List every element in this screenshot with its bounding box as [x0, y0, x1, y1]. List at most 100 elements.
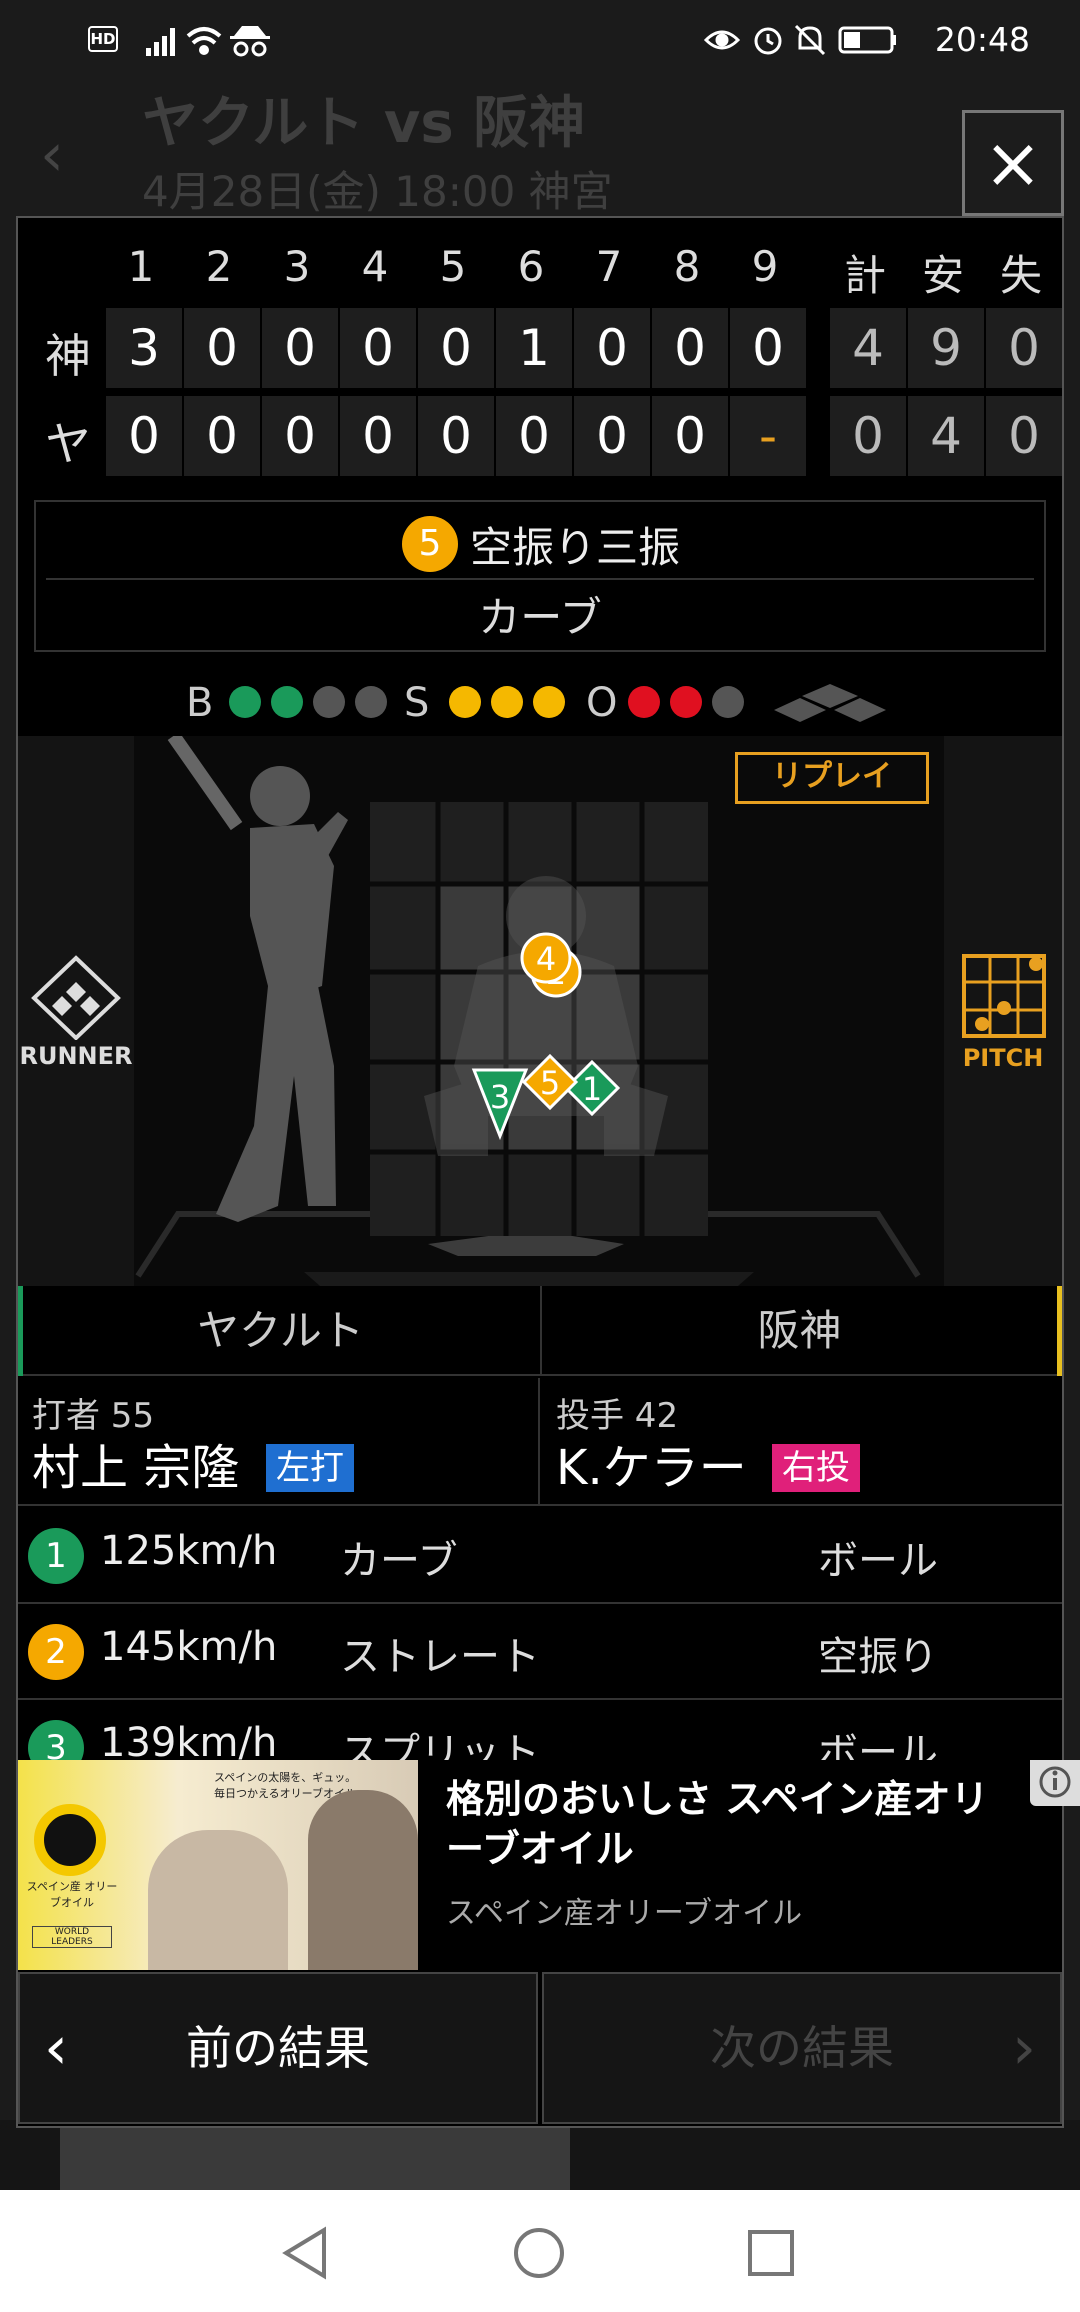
battery-icon — [838, 26, 896, 54]
team-tabs: ヤクルト 阪神 — [18, 1286, 1062, 1376]
ball-label: B — [186, 680, 214, 726]
ad-headline[interactable]: 格別のおいしさ スペイン産オリーブオイル — [446, 1774, 1026, 1874]
result-navigation: ‹ 前の結果 次の結果 › — [18, 1972, 1062, 2124]
ad-logo-text: スペイン産 オリーブオイル — [26, 1880, 118, 1909]
strike-dot — [491, 686, 523, 718]
ad-image[interactable]: スペイン産 オリーブオイル WORLD LEADERS スペインの太陽を、ギュッ… — [18, 1760, 418, 1970]
runner-diamond-icon[interactable] — [28, 954, 124, 1040]
out-label: O — [586, 680, 618, 726]
inning-score: 0 — [418, 308, 494, 388]
pitch-speed: 125km/h — [100, 1528, 278, 1574]
back-icon[interactable] — [280, 2226, 330, 2280]
mute-icon — [794, 24, 826, 56]
inning-score: 0 — [106, 396, 182, 476]
team-total: 0 — [830, 396, 906, 476]
ball-dot — [313, 686, 345, 718]
background-subtitle: 4月28日(金) 18:00 神宮 — [142, 167, 613, 216]
ad-source[interactable]: スペイン産オリーブオイル — [446, 1888, 802, 1932]
pitch-speed: 145km/h — [100, 1624, 278, 1670]
pitch-number: 2 — [28, 1624, 84, 1680]
totals-header: 安 — [921, 251, 964, 300]
inning-header-2: 2 — [205, 242, 233, 291]
pitch-result: ボール — [818, 1730, 938, 1760]
ball-dot — [229, 686, 261, 718]
at-bat-result: 空振り三振 — [470, 523, 681, 572]
pitch-row-2[interactable]: 2 145km/h ストレート 空振り — [18, 1604, 1062, 1700]
pitch-type: カーブ — [340, 1538, 458, 1584]
inning-score: 0 — [574, 396, 650, 476]
pitch-location-view: 12345 — [18, 736, 1062, 1286]
ad-info-icon[interactable] — [1030, 1760, 1080, 1806]
inning-score: 0 — [184, 396, 260, 476]
back-arrow-icon: ‹ — [40, 120, 64, 190]
incognito-icon — [230, 26, 270, 57]
ad-badge: WORLD LEADERS — [32, 1926, 112, 1948]
chevron-right-icon: › — [1012, 2013, 1036, 2083]
pitch-marker-4: 4 — [520, 932, 572, 984]
pitch-row-1[interactable]: 1 125km/h カーブ ボール — [18, 1508, 1062, 1604]
inning-score: 0 — [418, 396, 494, 476]
home-icon[interactable] — [512, 2226, 566, 2280]
signal-icon — [146, 28, 175, 56]
inning-score: 0 — [184, 308, 260, 388]
pitcher-hand-badge: 右投 — [772, 1444, 860, 1492]
pitch-number: 1 — [28, 1528, 84, 1584]
clock: 20:48 — [934, 20, 1030, 59]
close-button[interactable]: × — [962, 110, 1064, 216]
recents-icon[interactable] — [746, 2228, 796, 2278]
pitch-label[interactable]: PITCH — [944, 1044, 1062, 1072]
replay-button[interactable]: リプレイ — [735, 752, 929, 804]
strike-dot — [533, 686, 565, 718]
svg-text:4: 4 — [536, 940, 556, 978]
alarm-icon — [754, 27, 782, 55]
inning-header-8: 8 — [673, 242, 701, 291]
inning-header-1: 1 — [127, 242, 155, 291]
prev-result-button[interactable]: ‹ 前の結果 — [18, 1972, 538, 2124]
inning-header-9: 9 — [751, 242, 779, 291]
inning-header-7: 7 — [595, 242, 623, 291]
ad-banner[interactable]: スペイン産 オリーブオイル WORLD LEADERS スペインの太陽を、ギュッ… — [18, 1760, 1080, 1970]
team-total: 4 — [830, 308, 906, 388]
tab-yakult[interactable]: ヤクルト — [18, 1286, 538, 1376]
hd-icon: HD — [88, 26, 118, 52]
team-total: 0 — [986, 308, 1062, 388]
result-pitch-number: 5 — [402, 516, 458, 572]
next-result-label: 次の結果 — [710, 2021, 894, 2075]
inning-score: 0 — [262, 396, 338, 476]
inning-score: 0 — [652, 308, 728, 388]
strike-label: S — [404, 680, 430, 726]
pitcher-name: K.ケラー — [556, 1440, 747, 1496]
pitch-result: 空振り — [818, 1634, 938, 1680]
pitch-result: ボール — [818, 1538, 938, 1584]
wifi-icon — [186, 27, 222, 55]
totals-header: 計 — [843, 251, 886, 300]
inning-header-3: 3 — [283, 242, 311, 291]
svg-text:1: 1 — [582, 1070, 602, 1108]
background-bottom — [0, 2120, 1080, 2190]
tab-hanshin[interactable]: 阪神 — [540, 1286, 1062, 1376]
inning-header-4: 4 — [361, 242, 389, 291]
matchup-players: 打者 55 村上 宗隆 左打 投手 42 K.ケラー 右投 — [18, 1378, 1062, 1506]
inning-header-5: 5 — [439, 242, 467, 291]
system-navigation-bar — [0, 2190, 1080, 2312]
inning-score: 3 — [106, 308, 182, 388]
totals-header: 失 — [999, 251, 1042, 300]
runner-label[interactable]: RUNNER — [18, 1042, 134, 1070]
chevron-left-icon: ‹ — [44, 2013, 68, 2083]
ad-logo-icon — [34, 1804, 106, 1876]
ad-people-picture — [148, 1830, 288, 1970]
result-pitch-type: カーブ — [478, 593, 602, 642]
out-dot — [628, 686, 660, 718]
pitch-marker-5: 5 — [521, 1053, 579, 1111]
pitch-number: 3 — [28, 1720, 84, 1760]
pitch-grid-icon[interactable] — [960, 952, 1048, 1040]
ad-person-picture — [308, 1790, 418, 1970]
next-result-button[interactable]: 次の結果 › — [542, 1972, 1062, 2124]
inning-score: 0 — [496, 396, 572, 476]
inning-score: 0 — [730, 308, 806, 388]
out-dot — [670, 686, 702, 718]
pitch-row-3[interactable]: 3 139km/h スプリット ボール — [18, 1700, 1062, 1760]
status-icons-right — [703, 24, 896, 56]
pitch-marker-3: 3 — [471, 1068, 529, 1141]
svg-text:3: 3 — [490, 1078, 510, 1116]
